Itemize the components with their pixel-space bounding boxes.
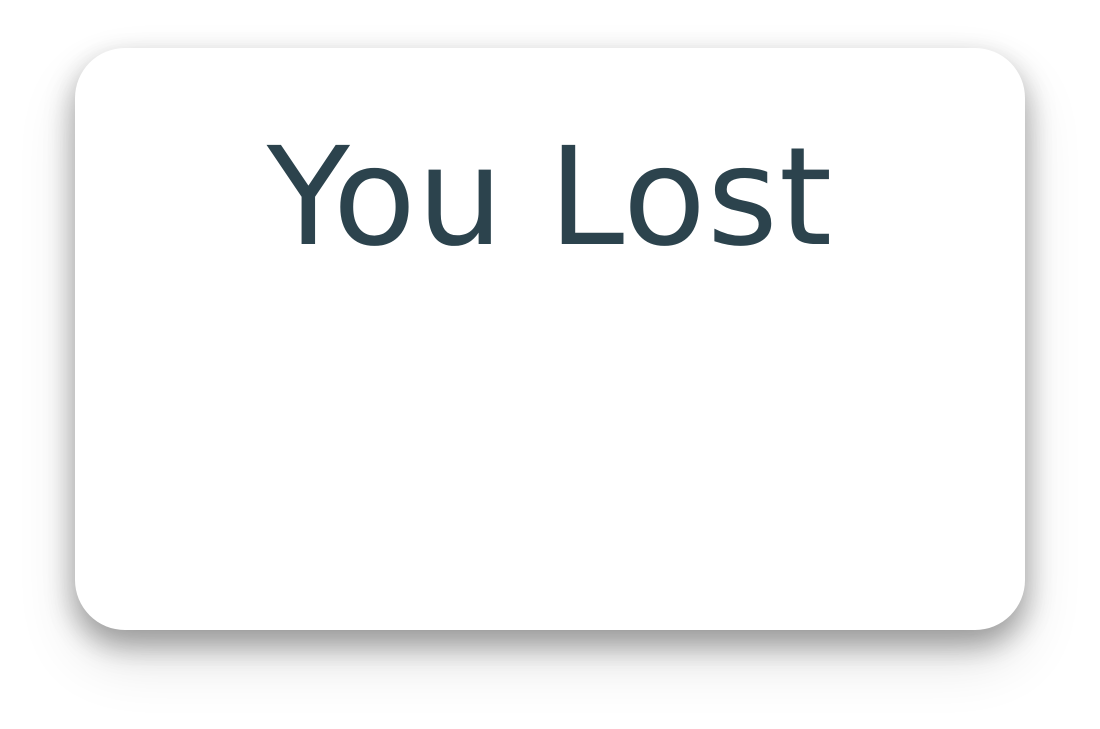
game-over-screen: You Lost: [0, 0, 1100, 729]
result-dialog: You Lost: [75, 48, 1025, 630]
result-title: You Lost: [266, 119, 834, 277]
